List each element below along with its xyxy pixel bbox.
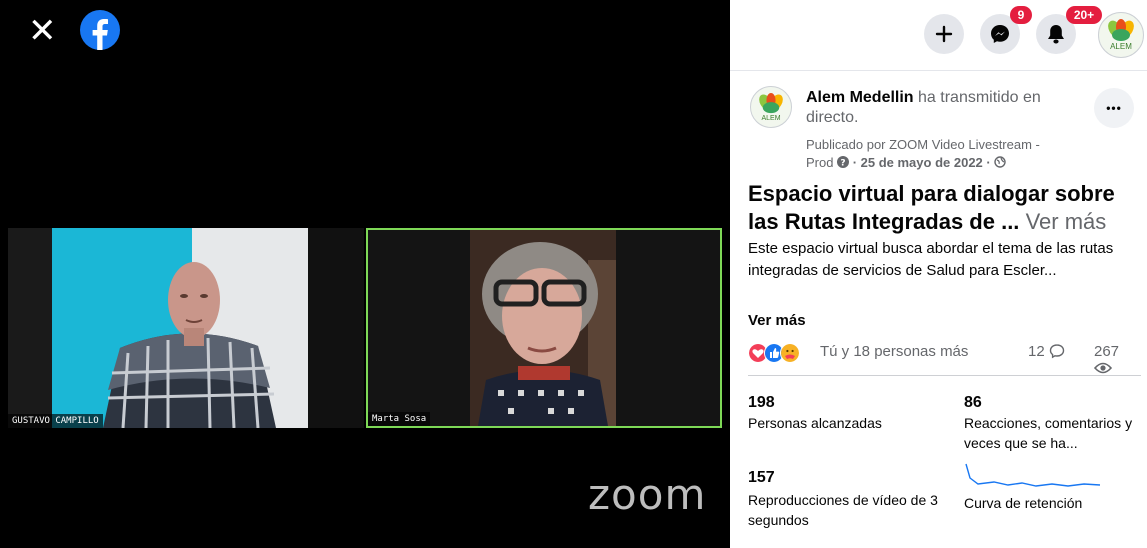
- facebook-logo-icon[interactable]: [80, 10, 120, 50]
- stat-retention-label[interactable]: Curva de retención: [964, 493, 1144, 513]
- messenger-badge: 9: [1010, 6, 1032, 24]
- care-reaction-icon[interactable]: [780, 343, 800, 363]
- svg-text:?: ?: [840, 158, 845, 168]
- views-count-value: 267: [1094, 343, 1120, 360]
- messenger-icon: [991, 25, 1009, 43]
- post-panel: 9 20+ ALEM ALEM Alem Medellin ha transmi…: [730, 0, 1147, 548]
- notifications-badge: 20+: [1066, 6, 1102, 24]
- bell-icon: [1048, 25, 1064, 44]
- post-publisher-prod: Prod: [806, 155, 838, 170]
- close-icon[interactable]: ✕: [28, 14, 64, 50]
- globe-icon: [994, 156, 1007, 168]
- zoom-watermark: zoom: [588, 470, 707, 519]
- post-publisher: Publicado por ZOOM Video Livestream -: [806, 137, 1040, 152]
- alem-logo-icon: [1108, 19, 1134, 41]
- plus-icon: [935, 25, 953, 43]
- retention-curve-sparkline[interactable]: [964, 462, 1104, 492]
- post-description: Este espacio virtual busca abordar el te…: [748, 240, 1114, 279]
- comments-count[interactable]: 12: [1028, 343, 1065, 360]
- stat-engagement-number: 86: [964, 394, 982, 411]
- participant-video-frame: [368, 230, 720, 426]
- messenger-button[interactable]: 9: [980, 6, 1032, 54]
- comment-icon: [1049, 344, 1065, 359]
- post-date[interactable]: · 25 de mayo de 2022 ·: [853, 155, 991, 170]
- comments-count-value: 12: [1028, 343, 1045, 360]
- participant-name-tag: GUSTAVO CAMPILLO: [8, 414, 103, 428]
- reactions-summary[interactable]: Tú y 18 personas más: [820, 343, 968, 360]
- reactions-bar: Tú y 18 personas más 12 267: [748, 340, 1140, 374]
- post-title: Espacio virtual para dialogar sobre las …: [748, 180, 1144, 236]
- participant-tile-left[interactable]: GUSTAVO CAMPILLO: [8, 228, 364, 428]
- profile-avatar-label: ALEM: [1110, 42, 1132, 51]
- stat-reach-label: Personas alcanzadas: [748, 415, 882, 431]
- video-player[interactable]: ✕ GUSTAVO CAMPILLO Marta Sosa zoom: [0, 0, 730, 548]
- help-icon[interactable]: ?: [837, 156, 850, 168]
- stat-views-number: 157: [748, 469, 775, 486]
- post-options-button[interactable]: •••: [1094, 88, 1134, 128]
- eye-icon: [1093, 362, 1113, 374]
- more-options-icon: •••: [1106, 101, 1122, 115]
- post-meta: Publicado por ZOOM Video Livestream - Pr…: [806, 136, 1106, 172]
- participant-video-frame: [8, 228, 364, 428]
- post-author-line: Alem Medellin ha transmitido en directo.: [806, 88, 1076, 128]
- description-see-more-link[interactable]: Ver más: [748, 312, 806, 329]
- stat-reach-number: 198: [748, 394, 775, 411]
- stat-views-label: Reproducciones de vídeo de 3 segundos: [748, 492, 938, 528]
- views-count: 267: [1093, 343, 1140, 377]
- profile-avatar[interactable]: ALEM: [1098, 12, 1144, 58]
- top-bar: 9 20+ ALEM: [730, 0, 1147, 71]
- participant-name-tag: Marta Sosa: [368, 412, 431, 426]
- stat-engagement-label: Reacciones, comentarios y veces que se h…: [964, 415, 1133, 451]
- participant-tile-right-active[interactable]: Marta Sosa: [366, 228, 722, 428]
- alem-logo-icon: [759, 92, 783, 113]
- title-see-more-link[interactable]: Ver más: [1026, 209, 1107, 234]
- notifications-button[interactable]: 20+: [1036, 6, 1102, 54]
- section-divider: [748, 375, 1141, 376]
- create-button[interactable]: [924, 14, 964, 54]
- page-avatar-label: ALEM: [761, 114, 781, 122]
- page-name-link[interactable]: Alem Medellin: [806, 89, 914, 106]
- page-avatar[interactable]: ALEM: [750, 86, 792, 128]
